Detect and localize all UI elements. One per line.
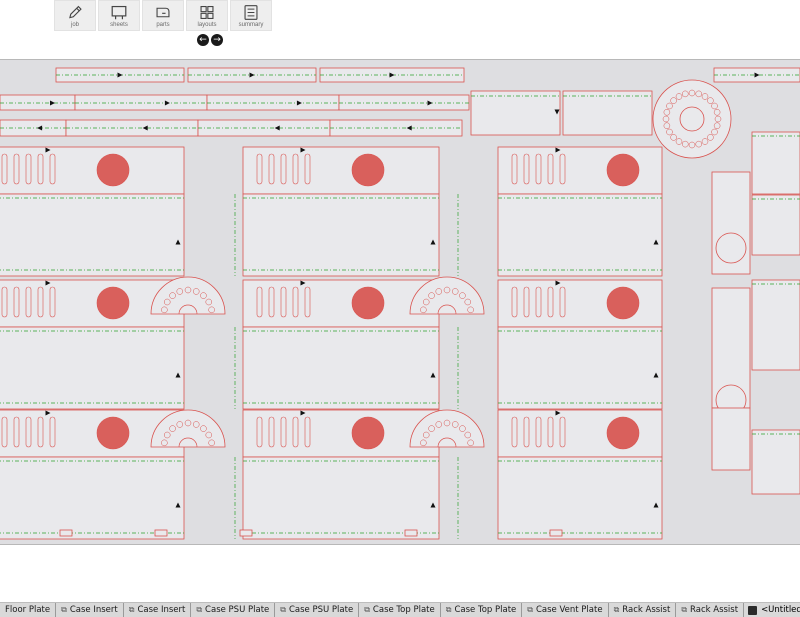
link-icon: ⧉ xyxy=(681,605,688,614)
next-layout-button[interactable]: → xyxy=(211,34,223,46)
link-icon: ⧉ xyxy=(61,605,67,614)
layout-tab[interactable]: ⧉ Case PSU Plate xyxy=(275,603,360,617)
job-label: job xyxy=(70,22,79,28)
layout-tab[interactable]: ⧉ Rack Assist xyxy=(676,603,745,617)
layout-tab[interactable]: ⧉ Case Top Plate xyxy=(441,603,523,617)
side-panel xyxy=(751,131,800,195)
layout-tab-label: Case PSU Plate xyxy=(205,605,270,615)
vent-hole-pattern xyxy=(606,153,640,187)
rack-assist-hole xyxy=(715,232,747,264)
link-icon: ⧉ xyxy=(527,605,533,614)
vent-hole-pattern xyxy=(606,416,640,450)
prev-layout-button[interactable]: ← xyxy=(197,34,209,46)
layout-tab[interactable]: ⧉ Rack Assist xyxy=(609,603,677,617)
vent-hole-pattern xyxy=(96,153,130,187)
part-outline xyxy=(74,94,208,111)
layout-tab-label: Floor Plate xyxy=(5,605,51,615)
layout-tab[interactable]: ⧉ Case Vent Plate xyxy=(522,603,609,617)
layout-tab[interactable]: ⧉ Case PSU Plate xyxy=(191,603,276,617)
document-status-text: <Untitled> • BFC+30 xyxy=(761,605,800,615)
side-panel xyxy=(751,279,800,371)
case-plate-body xyxy=(0,456,185,540)
case-plate-body xyxy=(497,456,663,540)
link-icon: ⧉ xyxy=(445,605,452,614)
document-status: <Untitled> • BFC+30 xyxy=(744,603,800,617)
layouts-button[interactable]: layouts xyxy=(186,0,228,31)
document-icon xyxy=(748,605,758,615)
tab-feature xyxy=(154,529,168,537)
nesting-canvas[interactable] xyxy=(0,59,800,545)
layout-tab-label: Rack Assist xyxy=(690,605,739,615)
case-plate-body xyxy=(497,193,663,277)
layout-tab-label: Case Vent Plate xyxy=(535,605,603,615)
link-icon: ⧉ xyxy=(613,605,620,614)
vent-hole-pattern xyxy=(351,416,385,450)
tab-feature xyxy=(549,529,563,537)
sheets-label: sheets xyxy=(110,22,128,28)
case-plate-body xyxy=(0,326,185,410)
layouts-label: layouts xyxy=(197,22,217,28)
layout-tab-label: Case PSU Plate xyxy=(288,605,354,615)
part-outline xyxy=(206,94,340,111)
link-icon: ⧉ xyxy=(128,605,135,614)
summary-button[interactable]: summary xyxy=(230,0,272,31)
vent-hole-pattern xyxy=(606,286,640,320)
layout-tab[interactable]: Floor Plate xyxy=(0,603,57,617)
layout-tab[interactable]: ⧉ Case Top Plate xyxy=(359,603,441,617)
sheet-icon xyxy=(111,5,127,20)
layout-tab-label: Rack Assist xyxy=(622,605,671,615)
tab-feature xyxy=(59,529,73,537)
part-icon xyxy=(156,7,170,18)
layout-navigation: ← → xyxy=(197,34,223,46)
case-plate-body xyxy=(242,193,440,277)
layout-tab-label: Case Top Plate xyxy=(372,605,435,615)
layout-tab-label: Case Top Plate xyxy=(454,605,517,615)
part-outline xyxy=(338,94,470,111)
layout-icon xyxy=(200,5,214,20)
sheets-button[interactable]: sheets xyxy=(98,0,140,31)
main-toolbar: job sheets parts layouts summary xyxy=(54,0,276,32)
list-icon xyxy=(244,5,258,20)
case-plate-body xyxy=(242,326,440,410)
link-icon: ⧉ xyxy=(364,605,370,614)
case-plate-body xyxy=(497,326,663,410)
part-outline xyxy=(0,94,76,111)
link-icon: ⧉ xyxy=(196,605,203,614)
part-outline xyxy=(562,90,653,136)
arrow-left-icon: ← xyxy=(199,35,207,45)
tab-feature xyxy=(404,529,418,537)
parts-label: parts xyxy=(156,22,170,28)
layout-tab-label: Case Insert xyxy=(69,605,118,615)
case-plate-body xyxy=(242,456,440,540)
vent-hole-pattern xyxy=(351,286,385,320)
part-outline xyxy=(470,90,561,136)
summary-label: summary xyxy=(238,22,264,28)
vent-hole-pattern xyxy=(351,153,385,187)
case-plate-body xyxy=(0,193,185,277)
link-icon: ⧉ xyxy=(280,605,286,614)
tab-feature xyxy=(239,529,253,537)
side-panel xyxy=(751,194,800,256)
pencil-icon xyxy=(69,5,82,19)
vent-hole-pattern xyxy=(96,416,130,450)
vent-hole-pattern xyxy=(96,286,130,320)
parts-button[interactable]: parts xyxy=(142,0,184,31)
layout-tab-label: Case Insert xyxy=(137,605,186,615)
arrow-right-icon: → xyxy=(213,35,221,45)
side-panel xyxy=(751,429,800,495)
layout-tab-bar: Floor Plate ⧉ Case Insert ⧉ Case Insert ⧉ Case… xyxy=(0,602,800,617)
sheet-layout[interactable] xyxy=(0,60,800,544)
layout-tab[interactable]: ⧉ Case Insert xyxy=(124,603,192,617)
rack-assist-plate xyxy=(711,407,751,471)
round-vent-plate-center xyxy=(679,106,705,132)
job-button[interactable]: job xyxy=(54,0,96,31)
layout-tab[interactable]: ⧉ Case Insert xyxy=(56,603,124,617)
